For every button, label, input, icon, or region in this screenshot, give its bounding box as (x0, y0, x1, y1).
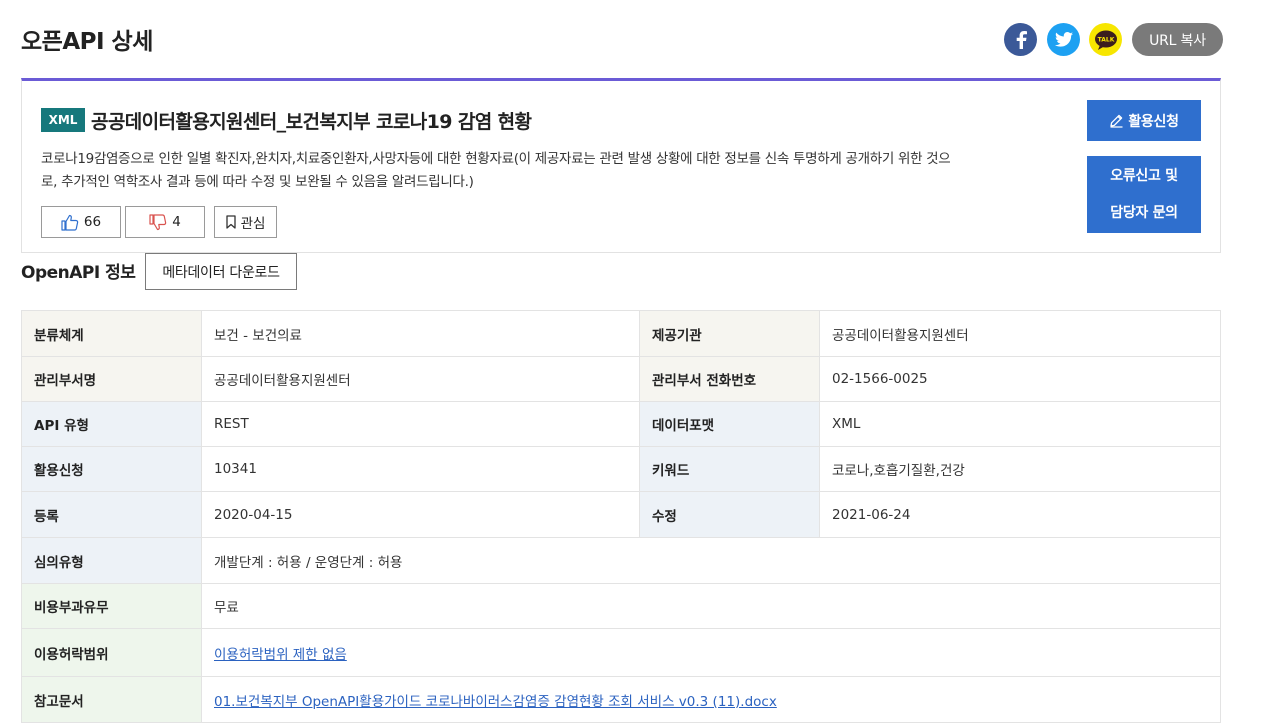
kakaotalk-icon-text: TALK (1097, 36, 1114, 43)
info-label: API 유형 (21, 401, 202, 447)
info-value: 공공데이터활용지원센터 (201, 356, 640, 402)
info-value: 보건 - 보건의료 (201, 310, 640, 357)
info-label: 관리부서 전화번호 (639, 356, 820, 402)
facebook-icon (1016, 30, 1027, 49)
license-link[interactable]: 이용허락범위 제한 없음 (214, 647, 347, 663)
twitter-share-button[interactable] (1047, 23, 1080, 56)
info-value: 10341 (201, 446, 640, 492)
apply-label: 활용신청 (1128, 113, 1179, 130)
facebook-share-button[interactable] (1004, 23, 1037, 56)
info-label: 키워드 (639, 446, 820, 492)
info-value: 코로나,호흡기질환,건강 (819, 446, 1221, 492)
metadata-download-button[interactable]: 메타데이터 다운로드 (145, 253, 297, 290)
dataset-description: 코로나19감염증으로 인한 일별 확진자,완치자,치료중인환자,사망자등에 대한… (41, 151, 951, 190)
info-value: 02-1566-0025 (819, 356, 1221, 402)
table-row: 심의유형 개발단계 : 허용 / 운영단계 : 허용 (21, 537, 1221, 584)
bookmark-icon (225, 215, 236, 229)
apply-button[interactable]: 활용신청 (1087, 100, 1201, 141)
twitter-icon (1054, 32, 1073, 47)
info-label: 활용신청 (21, 446, 202, 492)
report-label-line1: 오류신고 및 (1110, 167, 1178, 184)
info-label: 데이터포맷 (639, 401, 820, 447)
page-title: 오픈API 상세 (21, 29, 153, 55)
dataset-summary-card: XML 공공데이터활용지원센터_보건복지부 코로나19 감염 현황 코로나19감… (21, 78, 1221, 253)
table-row: 등록 2020-04-15 수정 2021-06-24 (21, 491, 1221, 538)
thumbs-down-icon (149, 213, 167, 230)
info-label: 제공기관 (639, 310, 820, 357)
info-value: 2021-06-24 (819, 491, 1221, 538)
format-badge: XML (41, 108, 85, 132)
api-info-table: 분류체계 보건 - 보건의료 제공기관 공공데이터활용지원센터 관리부서명 공공… (21, 310, 1221, 723)
info-label: 이용허락범위 (21, 628, 202, 677)
info-label: 등록 (21, 491, 202, 538)
info-label: 심의유형 (21, 537, 202, 584)
info-label: 참고문서 (21, 676, 202, 723)
favorite-label: 관심 (240, 216, 266, 232)
url-copy-button[interactable]: URL 복사 (1132, 23, 1223, 56)
dataset-title: 공공데이터활용지원센터_보건복지부 코로나19 감염 현황 (91, 111, 532, 133)
info-label: 수정 (639, 491, 820, 538)
info-value: 공공데이터활용지원센터 (819, 310, 1221, 357)
table-row: 관리부서명 공공데이터활용지원센터 관리부서 전화번호 02-1566-0025 (21, 356, 1221, 402)
table-row: API 유형 REST 데이터포맷 XML (21, 401, 1221, 447)
info-label: 비용부과유무 (21, 583, 202, 629)
section-title: OpenAPI 정보 (21, 263, 136, 283)
info-value: XML (819, 401, 1221, 447)
dislike-count: 4 (172, 214, 181, 230)
thumbs-up-icon (61, 214, 79, 231)
like-button[interactable]: 66 (41, 206, 121, 238)
info-label: 분류체계 (21, 310, 202, 357)
info-value: 무료 (201, 583, 1221, 629)
report-contact-button[interactable]: 오류신고 및 담당자 문의 (1087, 156, 1201, 233)
info-value: 2020-04-15 (201, 491, 640, 538)
reference-document-link[interactable]: 01.보건복지부 OpenAPI활용가이드 코로나바이러스감염증 감염현황 조회… (214, 694, 777, 710)
share-bar: TALK URL 복사 (1004, 23, 1223, 56)
table-row: 이용허락범위 이용허락범위 제한 없음 (21, 628, 1221, 677)
table-row: 분류체계 보건 - 보건의료 제공기관 공공데이터활용지원센터 (21, 310, 1221, 357)
report-label-line2: 담당자 문의 (1110, 204, 1178, 221)
pencil-icon (1110, 114, 1123, 128)
info-value: 01.보건복지부 OpenAPI활용가이드 코로나바이러스감염증 감염현황 조회… (201, 676, 1221, 723)
info-label: 관리부서명 (21, 356, 202, 402)
kakaotalk-share-button[interactable]: TALK (1089, 23, 1122, 56)
kakaotalk-icon: TALK (1094, 30, 1117, 50)
info-value: REST (201, 401, 640, 447)
dislike-button[interactable]: 4 (125, 206, 205, 238)
table-row: 참고문서 01.보건복지부 OpenAPI활용가이드 코로나바이러스감염증 감염… (21, 676, 1221, 723)
table-row: 비용부과유무 무료 (21, 583, 1221, 629)
like-count: 66 (83, 214, 102, 230)
info-value: 이용허락범위 제한 없음 (201, 628, 1221, 677)
table-row: 활용신청 10341 키워드 코로나,호흡기질환,건강 (21, 446, 1221, 492)
favorite-button[interactable]: 관심 (214, 206, 277, 238)
info-value: 개발단계 : 허용 / 운영단계 : 허용 (201, 537, 1221, 584)
